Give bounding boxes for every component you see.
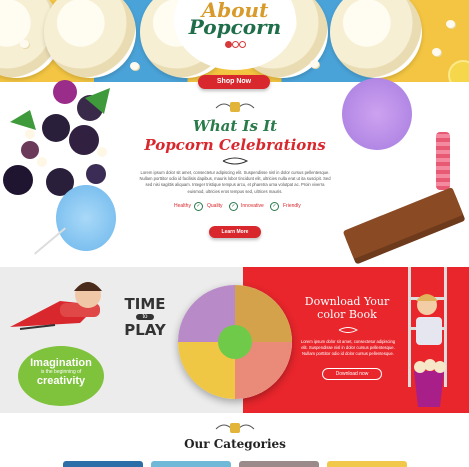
imagination-line1: Imagination	[30, 357, 92, 369]
download-title-line1: Download Your	[304, 295, 390, 308]
feature-quality: Quality	[207, 203, 223, 209]
girl-ladder-image	[408, 267, 447, 407]
category-tile[interactable]	[151, 461, 231, 467]
popcorn-logo-icon	[215, 423, 255, 433]
slider-dot-2[interactable]	[232, 41, 239, 48]
divider-flourish	[222, 157, 248, 165]
category-tile[interactable]	[327, 461, 407, 467]
slider-dot-3[interactable]	[239, 41, 246, 48]
time-text: TIME	[124, 295, 166, 313]
download-description: Lorem ipsum dolor sit amet, consectetur …	[300, 339, 396, 356]
category-tile[interactable]	[239, 461, 319, 467]
about-title-line1: What Is It	[192, 117, 278, 135]
innovative-icon: ✓	[270, 202, 279, 211]
to-text: to	[136, 314, 154, 320]
learn-more-button[interactable]: Learn More	[209, 226, 261, 238]
candy-stick-image	[436, 132, 450, 190]
play-text: PLAY	[124, 321, 166, 339]
download-title: Download Your color Book	[292, 295, 402, 321]
time-to-play-text: TIME to PLAY	[120, 295, 170, 339]
cotton-candy-blue-image	[56, 185, 116, 251]
feature-innovative: Innovative	[241, 203, 264, 209]
slider-dot-1[interactable]	[225, 41, 232, 48]
download-title-line2: color Book	[317, 308, 377, 321]
download-now-button[interactable]: Download now	[322, 368, 382, 380]
feature-healthy: Healthy	[174, 203, 191, 209]
colored-popcorn-plate-image	[178, 285, 292, 399]
quality-icon: ✓	[229, 202, 238, 211]
imagination-line3: creativity	[36, 375, 86, 387]
popcorn-bowl-image	[44, 0, 136, 78]
hero-title-popcorn: Popcorn	[188, 15, 282, 39]
categories-title: Our Categories	[184, 437, 286, 451]
popcorn-bowl-image	[330, 0, 422, 78]
lemon-slice-image	[448, 60, 469, 82]
feature-friendly: Friendly	[283, 203, 301, 209]
healthy-icon: ✓	[194, 202, 203, 211]
popcorn-logo-icon	[215, 102, 255, 112]
brownie-image	[342, 186, 464, 260]
cotton-candy-purple-image	[342, 78, 412, 150]
about-description: Lorem ipsum dolor sit amet, consectetur …	[139, 170, 331, 194]
shop-now-button[interactable]: Shop Now	[198, 75, 270, 89]
imagination-badge: Imagination is the beginning of creativi…	[18, 346, 104, 406]
divider-flourish-white	[338, 327, 358, 333]
kids-banner: TIME to PLAY Imagination is the beginnin…	[0, 267, 469, 413]
about-title-line2: Popcorn Celebrations	[144, 136, 326, 154]
category-tile[interactable]	[63, 461, 143, 467]
